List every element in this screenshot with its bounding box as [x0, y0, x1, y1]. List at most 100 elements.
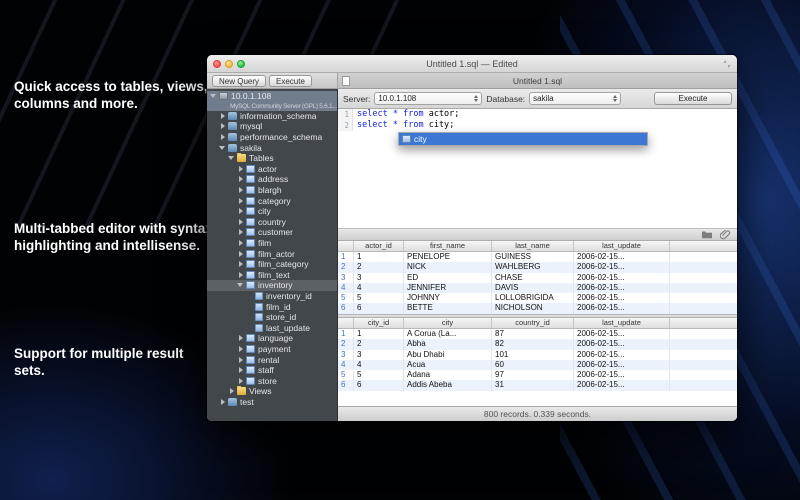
- table-row[interactable]: 55JOHNNYLOLLOBRIGIDA2006-02-15...: [338, 293, 737, 303]
- execute-toolbar-button[interactable]: Execute: [269, 75, 312, 87]
- tree-item-Views[interactable]: Views: [207, 386, 337, 397]
- tree-item-store_id[interactable]: store_id: [207, 312, 337, 323]
- tree-item-sakila[interactable]: sakila: [207, 142, 337, 153]
- expander-down-icon[interactable]: [219, 144, 227, 152]
- database-icon: [228, 133, 237, 141]
- expander-right-icon[interactable]: [237, 356, 245, 364]
- expander-down-icon[interactable]: [237, 281, 245, 289]
- server-select[interactable]: 10.0.1.108: [374, 92, 482, 105]
- expander-right-icon[interactable]: [237, 228, 245, 236]
- expander-right-icon[interactable]: [219, 112, 227, 120]
- expander-right-icon[interactable]: [219, 398, 227, 406]
- tree-item-last_update[interactable]: last_update: [207, 322, 337, 333]
- tree-item-actor[interactable]: actor: [207, 164, 337, 175]
- column-header-city_id[interactable]: city_id: [354, 318, 404, 328]
- expander-right-icon[interactable]: [237, 218, 245, 226]
- expander-right-icon[interactable]: [237, 260, 245, 268]
- table-row[interactable]: 66BETTENICHOLSON2006-02-15...: [338, 303, 737, 313]
- expander-right-icon[interactable]: [237, 345, 245, 353]
- line-number: 2: [338, 120, 353, 131]
- tree-item-customer[interactable]: customer: [207, 227, 337, 238]
- tree-item-category[interactable]: category: [207, 195, 337, 206]
- table-row[interactable]: 33EDCHASE2006-02-15...: [338, 273, 737, 283]
- tree-item-Tables[interactable]: Tables: [207, 153, 337, 164]
- table-row[interactable]: 66Addis Abeba312006-02-15...: [338, 380, 737, 390]
- expander-right-icon[interactable]: [237, 197, 245, 205]
- table-icon: [246, 207, 255, 215]
- expander-right-icon[interactable]: [237, 186, 245, 194]
- column-header-last_update[interactable]: last_update: [574, 241, 670, 251]
- expander-right-icon[interactable]: [228, 387, 236, 395]
- table-row[interactable]: 22NICKWAHLBERG2006-02-15...: [338, 262, 737, 272]
- table-row[interactable]: 33Abu Dhabi1012006-02-15...: [338, 350, 737, 360]
- column-header-last_update[interactable]: last_update: [574, 318, 670, 328]
- tree-item-rental[interactable]: rental: [207, 354, 337, 365]
- fullscreen-icon[interactable]: [723, 60, 731, 68]
- minimize-window-button[interactable]: [225, 60, 233, 68]
- expander-right-icon[interactable]: [237, 207, 245, 215]
- paperclip-icon[interactable]: [720, 230, 731, 240]
- column-icon: [255, 324, 263, 332]
- result-set-city: city_idcitycountry_idlast_update11A Coru…: [338, 318, 737, 406]
- tree-item-film_text[interactable]: film_text: [207, 270, 337, 281]
- expander-right-icon[interactable]: [237, 334, 245, 342]
- column-header-city[interactable]: city: [404, 318, 492, 328]
- table-row[interactable]: 55Adana972006-02-15...: [338, 370, 737, 380]
- folder-icon[interactable]: [701, 230, 713, 239]
- tree-item-film[interactable]: film: [207, 238, 337, 249]
- table-row[interactable]: 44Acua602006-02-15...: [338, 360, 737, 370]
- expander-right-icon[interactable]: [237, 165, 245, 173]
- execute-query-button[interactable]: Execute: [654, 92, 732, 105]
- expander-right-icon[interactable]: [219, 122, 227, 130]
- expander-down-icon[interactable]: [210, 92, 218, 100]
- autocomplete-item-city[interactable]: city: [399, 133, 647, 145]
- database-select[interactable]: sakila: [529, 92, 621, 105]
- tree-item-information_schema[interactable]: information_schema: [207, 111, 337, 122]
- expander-down-icon[interactable]: [228, 154, 236, 162]
- tree-item-inventory[interactable]: inventory: [207, 280, 337, 291]
- tree-item-test[interactable]: test: [207, 397, 337, 408]
- row-filler: [670, 252, 737, 262]
- tree-item-address[interactable]: address: [207, 174, 337, 185]
- table-row[interactable]: 44JENNIFERDAVIS2006-02-15...: [338, 283, 737, 293]
- column-header-first_name[interactable]: first_name: [404, 241, 492, 251]
- column-header-actor_id[interactable]: actor_id: [354, 241, 404, 251]
- tree-item-city[interactable]: city: [207, 206, 337, 217]
- close-window-button[interactable]: [213, 60, 221, 68]
- autocomplete-popup: city: [398, 132, 648, 146]
- table-row[interactable]: 11PENELOPEGUINESS2006-02-15...: [338, 252, 737, 262]
- expander-right-icon[interactable]: [237, 377, 245, 385]
- column-header-last_name[interactable]: last_name: [492, 241, 574, 251]
- caption-editor: Multi-tabbed editor with syntax highligh…: [14, 220, 226, 255]
- expander-right-icon[interactable]: [237, 366, 245, 374]
- database-icon: [228, 398, 237, 406]
- tree-item-language[interactable]: language: [207, 333, 337, 344]
- tree-item-inventory_id[interactable]: inventory_id: [207, 291, 337, 302]
- tree-item-store[interactable]: store: [207, 375, 337, 386]
- window-titlebar[interactable]: Untitled 1.sql — Edited: [207, 55, 737, 73]
- tree-item-film_category[interactable]: film_category: [207, 259, 337, 270]
- tree-item-performance_schema[interactable]: performance_schema: [207, 132, 337, 143]
- expander-right-icon[interactable]: [237, 175, 245, 183]
- tree-item-10.0.1.108[interactable]: 10.0.1.108: [207, 91, 337, 102]
- new-query-button[interactable]: New Query: [212, 75, 266, 87]
- window-body: 10.0.1.108MySQL Community Server (GPL) 5…: [207, 89, 737, 421]
- tree-item-country[interactable]: country: [207, 217, 337, 228]
- tree-item-label: film_id: [266, 302, 291, 312]
- table-row[interactable]: 22Abha822006-02-15...: [338, 339, 737, 349]
- tree-item-film_actor[interactable]: film_actor: [207, 248, 337, 259]
- table-row[interactable]: 11A Corua (La...872006-02-15...: [338, 329, 737, 339]
- tree-item-film_id[interactable]: film_id: [207, 301, 337, 312]
- zoom-window-button[interactable]: [237, 60, 245, 68]
- tree-item-payment[interactable]: payment: [207, 344, 337, 355]
- tree-item-staff[interactable]: staff: [207, 365, 337, 376]
- tab-untitled-sql[interactable]: Untitled 1.sql: [513, 76, 562, 86]
- expander-right-icon[interactable]: [237, 250, 245, 258]
- sql-editor[interactable]: 1select * from actor;2select * from city…: [338, 109, 737, 229]
- expander-right-icon[interactable]: [219, 133, 227, 141]
- expander-right-icon[interactable]: [237, 271, 245, 279]
- tree-item-mysql[interactable]: mysql: [207, 121, 337, 132]
- expander-right-icon[interactable]: [237, 239, 245, 247]
- tree-item-blargh[interactable]: blargh: [207, 185, 337, 196]
- column-header-country_id[interactable]: country_id: [492, 318, 574, 328]
